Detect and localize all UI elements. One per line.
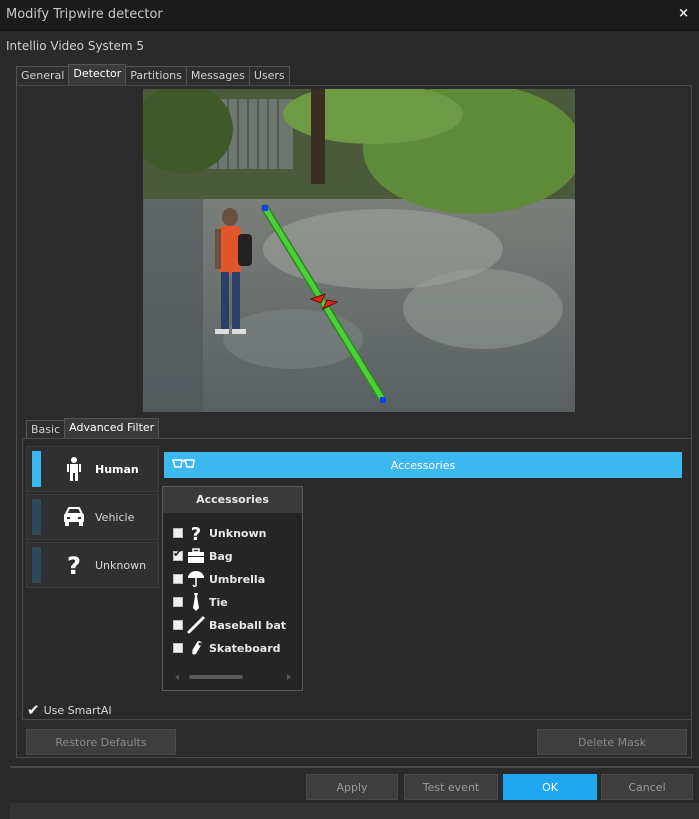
category-label: Human (95, 463, 139, 476)
checkbox[interactable] (173, 643, 183, 653)
accessory-label: Baseball bat (209, 618, 287, 632)
selection-bar (32, 499, 41, 535)
device-name: Intellio Video System 5 (6, 39, 145, 53)
apply-button[interactable]: Apply (306, 774, 398, 800)
accessory-bag[interactable]: Bag (173, 546, 233, 566)
accessories-header[interactable]: Accessories (164, 452, 682, 478)
category-unknown[interactable]: ? Unknown (26, 542, 159, 588)
checkbox[interactable] (173, 620, 183, 630)
close-icon[interactable]: × (678, 6, 689, 21)
car-icon (64, 507, 84, 526)
accessory-skateboard[interactable]: Skateboard (173, 638, 281, 658)
accessory-label: Unknown (209, 526, 267, 540)
accessories-panel-title: Accessories (163, 487, 302, 513)
umbrella-icon (187, 570, 205, 588)
accessory-label: Skateboard (209, 641, 281, 655)
accessory-umbrella[interactable]: Umbrella (173, 569, 265, 589)
tab-basic[interactable]: Basic (26, 420, 66, 439)
svg-text:?: ? (191, 524, 201, 542)
main-tabs: General Detector Partitions Messages Use… (16, 64, 290, 85)
tab-partitions[interactable]: Partitions (125, 66, 187, 85)
tab-users[interactable]: Users (248, 66, 290, 85)
selection-bar (32, 451, 41, 487)
filter-tabs: Basic Advanced Filter (26, 418, 160, 439)
camera-preview[interactable] (143, 89, 575, 412)
check-icon: ✔ (27, 701, 40, 719)
accessory-tie[interactable]: Tie (173, 592, 228, 612)
person-icon (67, 457, 81, 481)
use-smartai-checkbox[interactable]: ✔ Use SmartAI (27, 701, 112, 719)
window-title: Modify Tripwire detector (6, 7, 163, 22)
tab-general[interactable]: General (16, 66, 70, 85)
cancel-button[interactable]: Cancel (601, 774, 693, 800)
accessory-unknown[interactable]: ? Unknown (173, 523, 266, 543)
divider (10, 766, 699, 768)
accessory-label: Tie (209, 595, 228, 609)
test-event-button[interactable]: Test event (404, 774, 498, 800)
delete-mask-button[interactable]: Delete Mask (537, 729, 687, 755)
horizontal-scrollbar[interactable] (175, 673, 291, 681)
checkbox[interactable] (173, 597, 183, 607)
selection-bar (32, 547, 41, 583)
baseball-bat-icon (187, 616, 205, 634)
checkbox[interactable] (173, 528, 183, 538)
accessories-header-label: Accessories (390, 459, 456, 472)
category-human[interactable]: Human (26, 446, 159, 492)
briefcase-icon (187, 547, 205, 565)
question-icon: ? (187, 524, 205, 542)
svg-text:?: ? (67, 552, 81, 578)
restore-defaults-button[interactable]: Restore Defaults (26, 729, 176, 755)
question-icon: ? (67, 552, 81, 578)
skateboard-icon (187, 639, 205, 657)
title-bar: Modify Tripwire detector × (0, 0, 699, 31)
camera-scene (143, 89, 575, 412)
category-vehicle[interactable]: Vehicle (26, 494, 159, 540)
use-smartai-label: Use SmartAI (43, 703, 112, 717)
tie-icon (187, 593, 205, 611)
accessory-baseball-bat[interactable]: Baseball bat (173, 615, 286, 635)
tab-detector[interactable]: Detector (68, 64, 127, 85)
bottom-strip (10, 803, 699, 819)
category-label: Vehicle (95, 511, 135, 524)
category-label: Unknown (95, 559, 147, 572)
accessories-panel: Accessories ? Unknown Bag Umbrella (162, 486, 303, 691)
accessory-label: Bag (209, 549, 233, 563)
checkbox[interactable] (173, 574, 183, 584)
tab-advanced-filter[interactable]: Advanced Filter (64, 418, 160, 439)
tab-messages[interactable]: Messages (185, 66, 250, 85)
accessory-label: Umbrella (209, 572, 266, 586)
ok-button[interactable]: OK (503, 774, 597, 800)
checkbox[interactable] (173, 547, 183, 561)
